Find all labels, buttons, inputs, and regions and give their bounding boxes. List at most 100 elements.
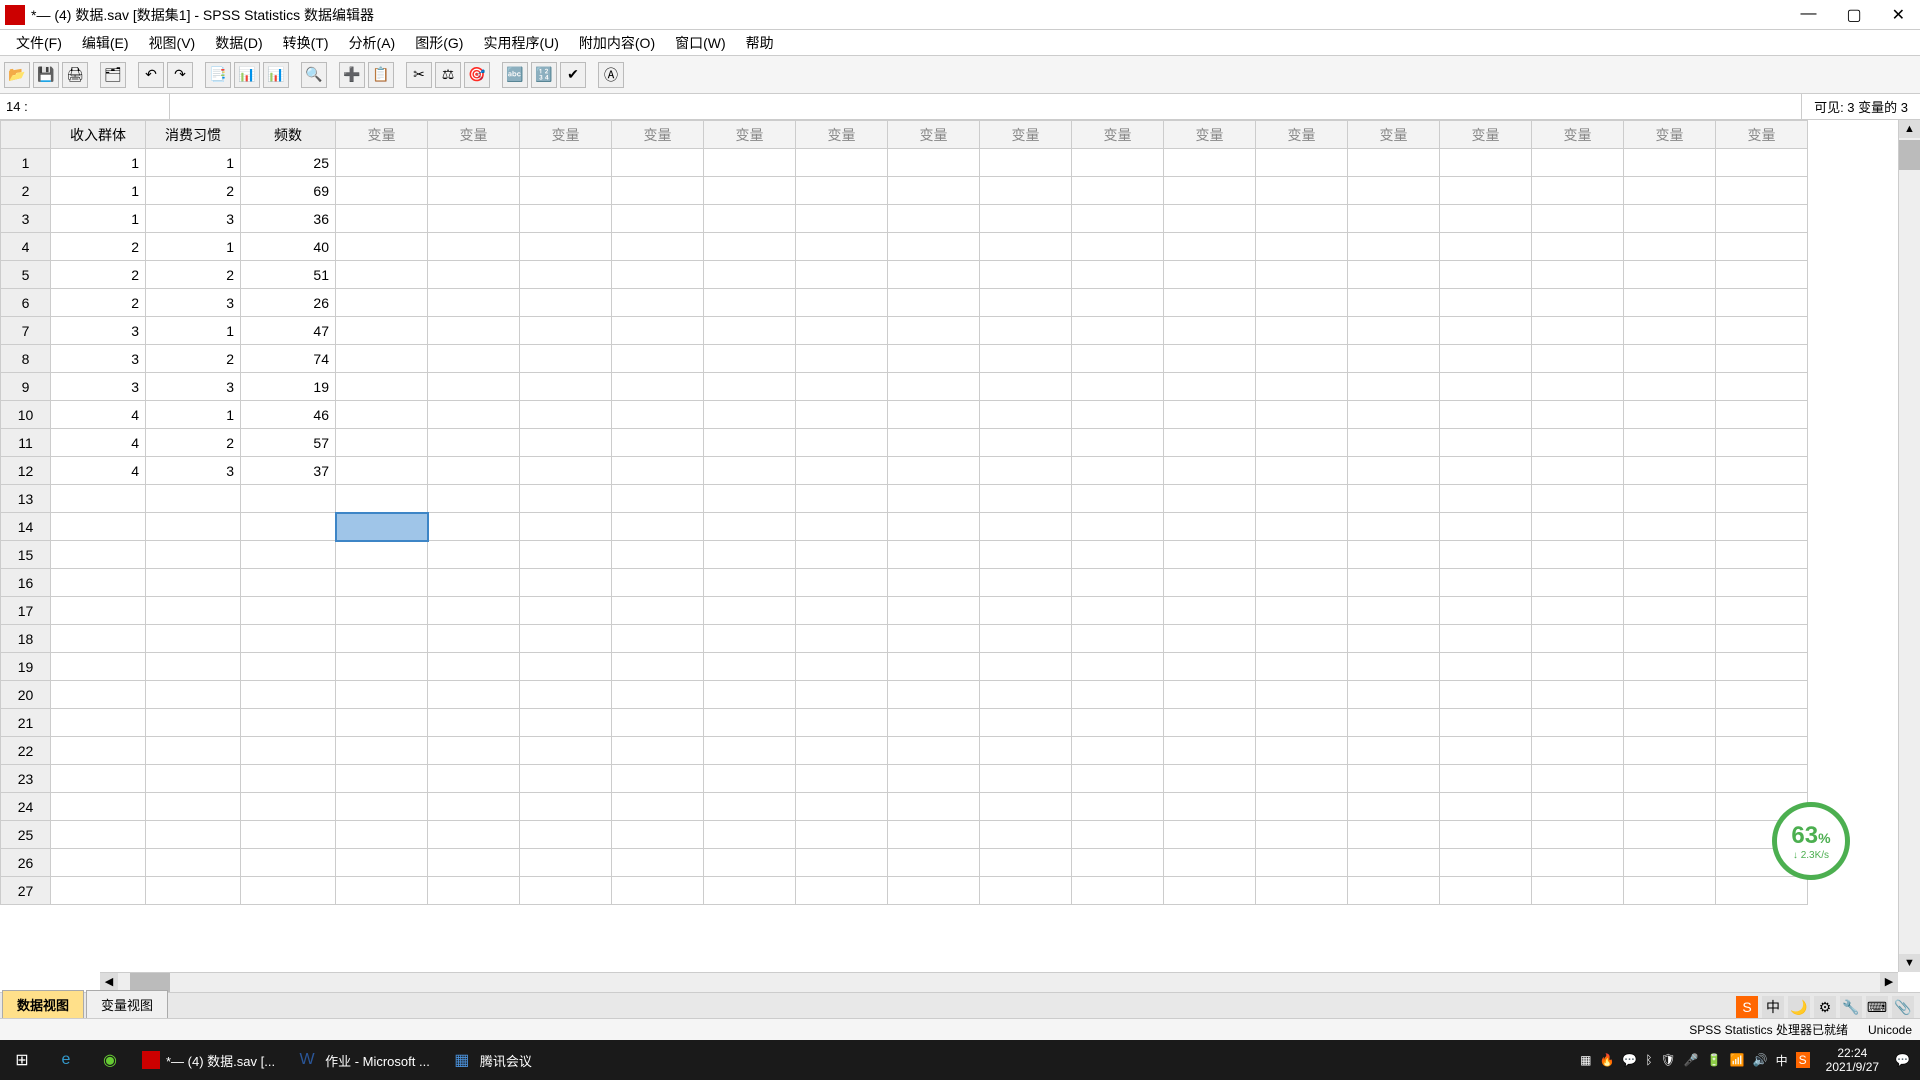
cell-empty[interactable] bbox=[146, 849, 241, 877]
cell-empty[interactable] bbox=[1716, 345, 1808, 373]
cell-empty[interactable] bbox=[888, 793, 980, 821]
cell-empty[interactable] bbox=[888, 849, 980, 877]
cell-empty[interactable] bbox=[51, 821, 146, 849]
cell-empty[interactable] bbox=[1164, 681, 1256, 709]
cell-empty[interactable] bbox=[980, 289, 1072, 317]
cell-empty[interactable] bbox=[1072, 373, 1164, 401]
cell-empty[interactable] bbox=[1532, 597, 1624, 625]
cell[interactable]: 2 bbox=[51, 261, 146, 289]
cell[interactable]: 3 bbox=[146, 205, 241, 233]
cell[interactable]: 4 bbox=[51, 429, 146, 457]
cell-empty[interactable] bbox=[428, 541, 520, 569]
cell-empty[interactable] bbox=[146, 597, 241, 625]
cell[interactable]: 2 bbox=[51, 233, 146, 261]
cell-empty[interactable] bbox=[336, 401, 428, 429]
undo-icon[interactable]: ↶ bbox=[138, 62, 164, 88]
cell-empty[interactable] bbox=[1164, 345, 1256, 373]
taskbar-browser[interactable]: ◉ bbox=[88, 1040, 132, 1080]
cell-empty[interactable] bbox=[888, 709, 980, 737]
cell-empty[interactable] bbox=[1440, 345, 1532, 373]
row-header[interactable]: 4 bbox=[1, 233, 51, 261]
cell-empty[interactable] bbox=[146, 821, 241, 849]
cell-empty[interactable] bbox=[1716, 429, 1808, 457]
cell-empty[interactable] bbox=[51, 625, 146, 653]
row-header[interactable]: 23 bbox=[1, 765, 51, 793]
cell-empty[interactable] bbox=[796, 289, 888, 317]
cell-empty[interactable] bbox=[241, 513, 336, 541]
tray-icon-3[interactable]: 💬 bbox=[1622, 1053, 1637, 1067]
cell[interactable]: 3 bbox=[146, 457, 241, 485]
cell-empty[interactable] bbox=[1256, 373, 1348, 401]
cell-empty[interactable] bbox=[1072, 289, 1164, 317]
cell-empty[interactable] bbox=[1164, 513, 1256, 541]
cell-empty[interactable] bbox=[1072, 541, 1164, 569]
cell[interactable]: 2 bbox=[51, 289, 146, 317]
cell-empty[interactable] bbox=[1348, 849, 1440, 877]
cell-empty[interactable] bbox=[612, 205, 704, 233]
row-header[interactable]: 18 bbox=[1, 625, 51, 653]
cell-empty[interactable] bbox=[1348, 317, 1440, 345]
cell-empty[interactable] bbox=[1532, 513, 1624, 541]
cell-empty[interactable] bbox=[428, 653, 520, 681]
cell-empty[interactable] bbox=[1348, 457, 1440, 485]
row-header[interactable]: 13 bbox=[1, 485, 51, 513]
col-header-empty[interactable]: 变量 bbox=[1348, 121, 1440, 149]
row-header[interactable]: 22 bbox=[1, 737, 51, 765]
cell-empty[interactable] bbox=[1624, 205, 1716, 233]
cell-empty[interactable] bbox=[520, 485, 612, 513]
cell-empty[interactable] bbox=[1532, 401, 1624, 429]
cell[interactable]: 3 bbox=[51, 317, 146, 345]
cell-empty[interactable] bbox=[1164, 653, 1256, 681]
cell-empty[interactable] bbox=[704, 793, 796, 821]
menu-utilities[interactable]: 实用程序(U) bbox=[473, 31, 568, 55]
cell-empty[interactable] bbox=[980, 317, 1072, 345]
cell-empty[interactable] bbox=[980, 541, 1072, 569]
cell-empty[interactable] bbox=[888, 569, 980, 597]
cell-empty[interactable] bbox=[1256, 709, 1348, 737]
cell-empty[interactable] bbox=[888, 597, 980, 625]
cell-empty[interactable] bbox=[428, 513, 520, 541]
cell-empty[interactable] bbox=[796, 261, 888, 289]
cell-empty[interactable] bbox=[704, 653, 796, 681]
cell-empty[interactable] bbox=[1348, 513, 1440, 541]
cell-empty[interactable] bbox=[980, 149, 1072, 177]
cell-empty[interactable] bbox=[51, 709, 146, 737]
cell-empty[interactable] bbox=[1164, 541, 1256, 569]
cell-empty[interactable] bbox=[428, 765, 520, 793]
row-header[interactable]: 1 bbox=[1, 149, 51, 177]
cell-empty[interactable] bbox=[1072, 345, 1164, 373]
cell-empty[interactable] bbox=[1164, 177, 1256, 205]
col-header-2[interactable]: 消费习惯 bbox=[146, 121, 241, 149]
cell-empty[interactable] bbox=[980, 849, 1072, 877]
cell-empty[interactable] bbox=[612, 681, 704, 709]
cell-empty[interactable] bbox=[1072, 709, 1164, 737]
cell-empty[interactable] bbox=[520, 205, 612, 233]
cell-empty[interactable] bbox=[888, 233, 980, 261]
tray-lang-icon[interactable]: 中 bbox=[1762, 996, 1784, 1018]
cell-empty[interactable] bbox=[888, 205, 980, 233]
cell-empty[interactable] bbox=[1440, 765, 1532, 793]
taskbar-spss[interactable]: *— (4) 数据.sav [... bbox=[132, 1040, 285, 1080]
cell-empty[interactable] bbox=[980, 513, 1072, 541]
cell-empty[interactable] bbox=[1072, 597, 1164, 625]
cell-empty[interactable] bbox=[888, 625, 980, 653]
cell[interactable]: 1 bbox=[146, 401, 241, 429]
cell-empty[interactable] bbox=[888, 737, 980, 765]
cell-empty[interactable] bbox=[888, 457, 980, 485]
cell-empty[interactable] bbox=[1256, 205, 1348, 233]
cell-empty[interactable] bbox=[1624, 149, 1716, 177]
cell-empty[interactable] bbox=[1532, 569, 1624, 597]
cell-empty[interactable] bbox=[1440, 597, 1532, 625]
cell-empty[interactable] bbox=[1164, 485, 1256, 513]
cell-empty[interactable] bbox=[1072, 765, 1164, 793]
cell-empty[interactable] bbox=[1164, 793, 1256, 821]
row-header[interactable]: 21 bbox=[1, 709, 51, 737]
cell[interactable]: 36 bbox=[241, 205, 336, 233]
cell-empty[interactable] bbox=[796, 821, 888, 849]
menu-graphs[interactable]: 图形(G) bbox=[405, 31, 473, 55]
cell-empty[interactable] bbox=[796, 709, 888, 737]
col-header-empty[interactable]: 变量 bbox=[1164, 121, 1256, 149]
cell-empty[interactable] bbox=[1072, 653, 1164, 681]
cell-empty[interactable] bbox=[51, 485, 146, 513]
cell-empty[interactable] bbox=[1532, 345, 1624, 373]
